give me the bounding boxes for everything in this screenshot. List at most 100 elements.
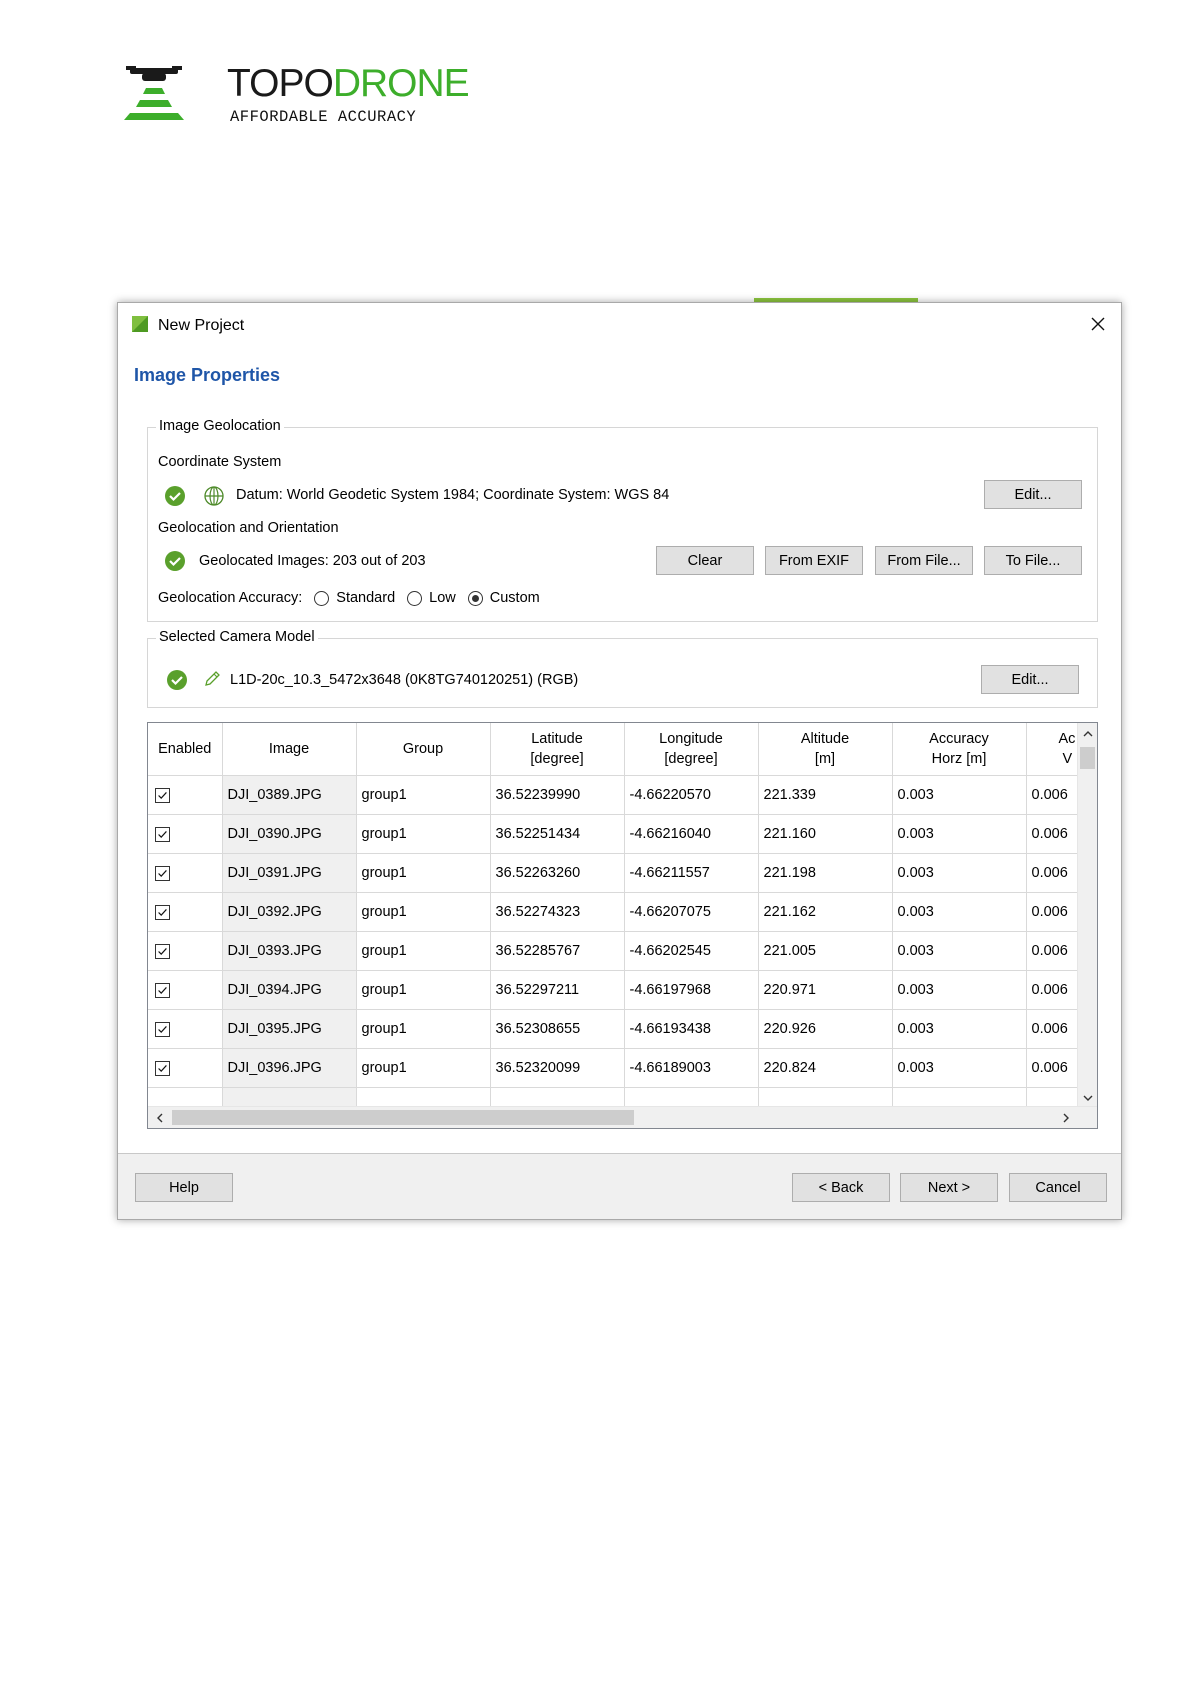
group-cell: group1: [356, 814, 491, 854]
table-row[interactable]: DJI_0389.JPG group1 36.52239990 -4.66220…: [148, 775, 1087, 815]
logo-word-drone: DRONE: [332, 62, 470, 105]
next-button[interactable]: Next >: [900, 1173, 998, 1202]
help-button[interactable]: Help: [135, 1173, 233, 1202]
altitude-cell: 221.198: [758, 853, 893, 893]
scroll-up-button[interactable]: [1079, 725, 1096, 742]
image-cell: DJI_0394.JPG: [222, 970, 357, 1010]
header-label: Accuracy: [929, 731, 989, 747]
altitude-cell: 221.162: [758, 892, 893, 932]
longitude-cell: -4.66193438: [624, 1009, 759, 1049]
table-row[interactable]: DJI_0393.JPG group1 36.52285767 -4.66202…: [148, 931, 1087, 971]
edit-coordinate-system-button[interactable]: Edit...: [984, 480, 1082, 509]
enabled-checkbox[interactable]: [155, 865, 170, 881]
latitude-cell: 36.52263260: [490, 853, 625, 893]
accuracy-horz-cell: 0.003: [892, 931, 1027, 971]
scroll-left-button[interactable]: [151, 1109, 168, 1126]
group-cell: group1: [356, 892, 491, 932]
edit-camera-model-button[interactable]: Edit...: [981, 665, 1079, 694]
header-unit: [m]: [814, 751, 836, 767]
longitude-cell: -4.66202545: [624, 931, 759, 971]
to-file-button[interactable]: To File...: [984, 546, 1082, 575]
cancel-button[interactable]: Cancel: [1009, 1173, 1107, 1202]
logo-word-topo: TOPO: [227, 62, 334, 105]
from-exif-button[interactable]: From EXIF: [765, 546, 863, 575]
column-header-image[interactable]: Image: [222, 723, 357, 776]
table-row[interactable]: DJI_0390.JPG group1 36.52251434 -4.66216…: [148, 814, 1087, 854]
enabled-checkbox[interactable]: [155, 1060, 170, 1076]
enabled-checkbox[interactable]: [155, 943, 170, 959]
header-label: Altitude: [800, 731, 850, 747]
chevron-up-icon: [1083, 731, 1092, 737]
horizontal-scrollbar[interactable]: [148, 1106, 1097, 1128]
group-cell: group1: [356, 970, 491, 1010]
column-header-altitude[interactable]: Altitude [m]: [758, 723, 893, 776]
column-header-enabled[interactable]: Enabled: [148, 723, 223, 776]
close-button[interactable]: [1083, 309, 1113, 339]
radio-custom[interactable]: [467, 590, 483, 606]
table-row[interactable]: DJI_0395.JPG group1 36.52308655 -4.66193…: [148, 1009, 1087, 1049]
group-title: Selected Camera Model: [156, 629, 318, 645]
enabled-cell: [148, 853, 223, 893]
image-geolocation-group: Image Geolocation Coordinate System Datu…: [147, 418, 1098, 622]
enabled-cell: [148, 1048, 223, 1088]
check-circle-icon: [165, 486, 185, 506]
table-row[interactable]: DJI_0396.JPG group1 36.52320099 -4.66189…: [148, 1048, 1087, 1088]
check-circle-icon: [167, 670, 187, 690]
latitude-cell: 36.52251434: [490, 814, 625, 854]
check-circle-icon: [165, 551, 185, 571]
accuracy-low-option[interactable]: Low: [407, 590, 456, 606]
chevron-right-icon: [1063, 1113, 1069, 1122]
table-row[interactable]: DJI_0394.JPG group1 36.52297211 -4.66197…: [148, 970, 1087, 1010]
column-header-group[interactable]: Group: [356, 723, 491, 776]
app-icon: [132, 316, 148, 332]
enabled-checkbox[interactable]: [155, 982, 170, 998]
altitude-cell: 221.005: [758, 931, 893, 971]
vertical-scrollbar[interactable]: [1077, 723, 1097, 1108]
column-header-accuracy-horz[interactable]: Accuracy Horz [m]: [892, 723, 1027, 776]
enabled-checkbox[interactable]: [155, 787, 170, 803]
radio-low[interactable]: [407, 590, 423, 606]
geolocation-orientation-label: Geolocation and Orientation: [158, 520, 339, 536]
accuracy-horz-cell: 0.003: [892, 1009, 1027, 1049]
title-bar: New Project: [118, 303, 1121, 347]
latitude-cell: 36.52274323: [490, 892, 625, 932]
back-button[interactable]: < Back: [792, 1173, 890, 1202]
geolocation-accuracy-radio-group: Geolocation Accuracy: Standard Low Custo…: [158, 590, 540, 606]
enabled-cell: [148, 814, 223, 854]
geolocation-accuracy-label: Geolocation Accuracy:: [158, 590, 303, 606]
pencil-icon: [205, 671, 220, 686]
scroll-right-button[interactable]: [1058, 1109, 1075, 1126]
column-header-latitude[interactable]: Latitude [degree]: [490, 723, 625, 776]
enabled-cell: [148, 931, 223, 971]
latitude-cell: 36.52308655: [490, 1009, 625, 1049]
group-cell: group1: [356, 931, 491, 971]
radio-standard-label: Standard: [336, 590, 396, 606]
longitude-cell: -4.66207075: [624, 892, 759, 932]
enabled-checkbox[interactable]: [155, 904, 170, 920]
from-file-button[interactable]: From File...: [875, 546, 973, 575]
longitude-cell: -4.66189003: [624, 1048, 759, 1088]
accuracy-horz-cell: 0.003: [892, 775, 1027, 815]
enabled-checkbox[interactable]: [155, 826, 170, 842]
accuracy-horz-cell: 0.003: [892, 814, 1027, 854]
vertical-scroll-thumb[interactable]: [1080, 747, 1095, 769]
drone-logo-icon: [124, 66, 184, 120]
clear-button[interactable]: Clear: [656, 546, 754, 575]
coordinate-system-label: Coordinate System: [158, 454, 282, 470]
table-row[interactable]: DJI_0392.JPG group1 36.52274323 -4.66207…: [148, 892, 1087, 932]
close-icon: [1091, 317, 1105, 331]
accuracy-horz-cell: 0.003: [892, 970, 1027, 1010]
group-cell: group1: [356, 1009, 491, 1049]
enabled-checkbox[interactable]: [155, 1021, 170, 1037]
image-cell: DJI_0389.JPG: [222, 775, 357, 815]
image-cell: DJI_0390.JPG: [222, 814, 357, 854]
horizontal-scroll-thumb[interactable]: [172, 1110, 634, 1125]
group-cell: group1: [356, 853, 491, 893]
table-row[interactable]: DJI_0391.JPG group1 36.52263260 -4.66211…: [148, 853, 1087, 893]
radio-standard[interactable]: [314, 590, 330, 606]
image-cell: DJI_0395.JPG: [222, 1009, 357, 1049]
accuracy-custom-option[interactable]: Custom: [467, 590, 540, 606]
column-header-longitude[interactable]: Longitude [degree]: [624, 723, 759, 776]
scroll-down-button[interactable]: [1079, 1090, 1096, 1107]
accuracy-standard-option[interactable]: Standard: [314, 590, 395, 606]
